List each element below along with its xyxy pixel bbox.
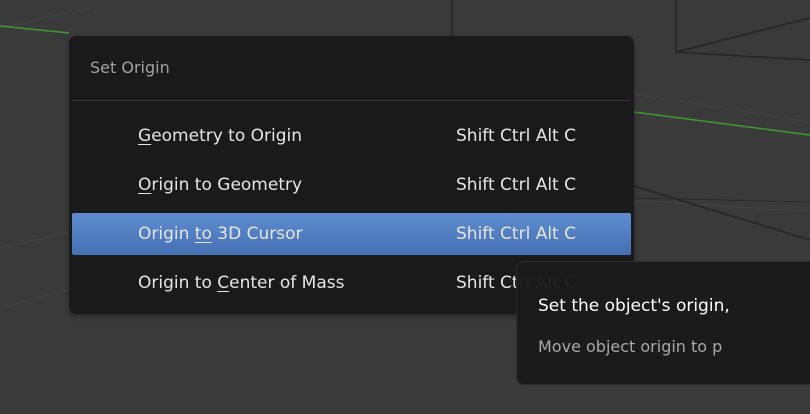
menu-item-label: Geometry to Origin (138, 126, 303, 146)
x-axis-line (633, 111, 810, 136)
menu-item-origin-to-geometry[interactable]: Origin to Geometry Shift Ctrl Alt C (72, 164, 631, 206)
shortcut-label: Shift Ctrl Alt C (456, 175, 576, 195)
tooltip-description: Move object origin to p (538, 337, 723, 356)
mnemonic: O (138, 175, 152, 195)
menu-title: Set Origin (90, 58, 170, 77)
menu-item-label: Origin to Center of Mass (138, 273, 345, 293)
x-axis-line (0, 25, 70, 34)
grid-line (0, 7, 91, 29)
shortcut-label: Shift Ctrl Alt C (456, 224, 576, 244)
menu-item-label: Origin to 3D Cursor (138, 224, 303, 244)
menu-item-geometry-to-origin[interactable]: Geometry to Origin Shift Ctrl Alt C (72, 115, 631, 157)
object-edge (675, 17, 810, 53)
menu-item-label: Origin to Geometry (138, 175, 303, 195)
menu-separator (72, 100, 631, 101)
object-edge (675, 51, 810, 61)
grid-line (0, 231, 71, 249)
grid-line (0, 289, 70, 309)
tooltip-title: Set the object's origin, (538, 296, 730, 316)
mnemonic: G (138, 126, 152, 146)
object-edge (633, 185, 810, 241)
mnemonic: C (217, 273, 230, 293)
tooltip: Set the object's origin, Move object ori… (516, 261, 810, 385)
mnemonic: to (194, 224, 212, 244)
shortcut-label: Shift Ctrl Alt C (456, 126, 576, 146)
menu-item-origin-to-3d-cursor[interactable]: Origin to 3D Cursor Shift Ctrl Alt C (72, 213, 631, 255)
grid-line (633, 93, 810, 123)
